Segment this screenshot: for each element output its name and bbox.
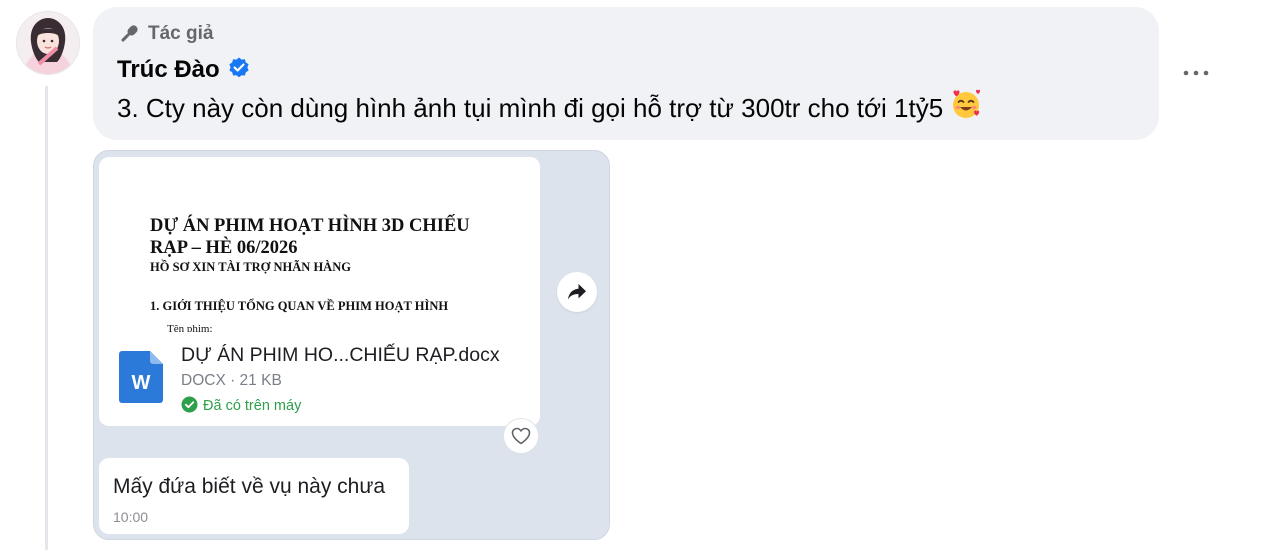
file-message-card[interactable]: DỰ ÁN PHIM HOẠT HÌNH 3D CHIẾU RẠP – HÈ 0… [99, 157, 540, 426]
check-circle-icon [181, 396, 198, 417]
comment-body: 3. Cty này còn dùng hình ảnh tụi mình đi… [117, 93, 944, 123]
react-heart-button[interactable] [503, 418, 539, 454]
verified-badge-icon [227, 56, 251, 85]
comment-text: 3. Cty này còn dùng hình ảnh tụi mình đi… [117, 89, 983, 125]
author-badge-label: Tác giả [148, 23, 214, 44]
microphone-icon [117, 22, 141, 46]
file-status-label: Đã có trên máy [203, 398, 302, 414]
forward-message-button[interactable] [557, 272, 597, 312]
attached-screenshot[interactable]: DỰ ÁN PHIM HOẠT HÌNH 3D CHIẾU RẠP – HÈ 0… [93, 150, 610, 540]
heart-outline-icon [511, 427, 531, 445]
document-subtitle: HỒ SƠ XIN TÀI TRỢ NHÃN HÀNG [150, 260, 351, 274]
author-badge: Tác giả [117, 21, 213, 47]
comment-bubble: Tác giả Trúc Đào 3. Cty này còn dùng hìn… [93, 7, 1159, 140]
text-message-bubble[interactable]: Mấy đứa biết về vụ này chưa 10:00 [99, 458, 409, 534]
author-row: Trúc Đào [117, 55, 251, 85]
reply-thread-line [45, 86, 48, 550]
word-document-icon: W [119, 351, 163, 403]
smiling-face-with-hearts-icon [949, 87, 983, 129]
forward-arrow-icon [568, 284, 586, 300]
author-name[interactable]: Trúc Đào [117, 56, 220, 84]
word-icon-letter: W [131, 372, 151, 394]
file-download-status: Đã có trên máy [181, 396, 301, 416]
document-cut-line: Tên phim: [167, 323, 213, 332]
document-preview: DỰ ÁN PHIM HOẠT HÌNH 3D CHIẾU RẠP – HÈ 0… [99, 157, 540, 332]
file-name: DỰ ÁN PHIM HO...CHIẾU RẠP.docx [181, 344, 500, 366]
more-horizontal-icon [1183, 70, 1209, 76]
document-section-heading: 1. GIỚI THIỆU TỔNG QUAN VỀ PHIM HOẠT HÌN… [150, 299, 449, 313]
more-options-button[interactable] [1176, 58, 1216, 88]
avatar-photo [17, 12, 79, 74]
document-title: DỰ ÁN PHIM HOẠT HÌNH 3D CHIẾU RẠP – HÈ 0… [150, 216, 470, 258]
author-avatar[interactable] [16, 11, 80, 75]
file-meta: DOCX · 21 KB [181, 372, 282, 389]
message-text: Mấy đứa biết về vụ này chưa [113, 475, 386, 498]
message-timestamp: 10:00 [113, 509, 149, 525]
